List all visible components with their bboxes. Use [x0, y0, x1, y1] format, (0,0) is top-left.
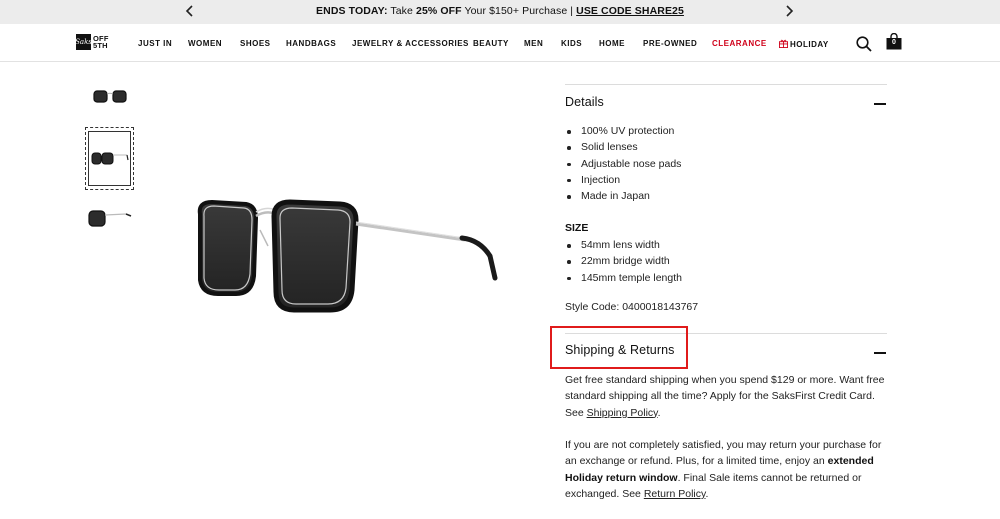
sunglasses-front-thumbnail-image — [93, 90, 127, 103]
logo-text: OFF 5TH — [93, 35, 109, 50]
nav-holiday-label: HOLIDAY — [790, 40, 829, 49]
nav-men[interactable]: MEN — [524, 39, 543, 48]
shipping-text-end: . — [657, 406, 661, 419]
shipping-paragraph: Get free standard shipping when you spen… — [565, 372, 890, 421]
nav-women[interactable]: WOMEN — [188, 39, 222, 48]
search-icon[interactable] — [856, 36, 872, 52]
list-item: Solid lenses — [566, 139, 681, 155]
promo-message: ENDS TODAY: Take 25% OFF Your $150+ Purc… — [0, 5, 1000, 17]
site-header: Saks OFF 5TH JUST IN WOMEN SHOES HANDBAGS… — [0, 24, 1000, 62]
sunglasses-angle-thumbnail-image — [91, 152, 129, 164]
shipping-title-highlight-box — [550, 326, 688, 369]
logo-line-2: 5TH — [93, 41, 108, 50]
nav-holiday[interactable]: HOLIDAY — [779, 39, 829, 49]
promo-text-pre: Take — [387, 5, 416, 17]
nav-kids[interactable]: KIDS — [561, 39, 582, 48]
thumbnail-selected-frame — [88, 131, 131, 186]
nav-jewelry-accessories[interactable]: JEWELRY & ACCESSORIES — [352, 39, 469, 48]
style-code: Style Code: 0400018143767 — [565, 301, 699, 313]
sunglasses-side-thumbnail-image — [88, 210, 132, 227]
list-item: 100% UV protection — [566, 123, 681, 139]
size-list: 54mm lens width 22mm bridge width 145mm … — [566, 237, 682, 286]
nav-shoes[interactable]: SHOES — [240, 39, 271, 48]
returns-paragraph: If you are not completely satisfied, you… — [565, 437, 890, 502]
promo-banner: ENDS TODAY: Take 25% OFF Your $150+ Purc… — [0, 0, 1000, 24]
nav-handbags[interactable]: HANDBAGS — [286, 39, 336, 48]
product-main-image — [197, 199, 498, 313]
details-accordion-title[interactable]: Details — [565, 95, 604, 109]
list-item: 145mm temple length — [566, 270, 682, 286]
list-item: Injection — [566, 172, 681, 188]
details-feature-list: 100% UV protection Solid lenses Adjustab… — [566, 123, 681, 204]
nav-clearance[interactable]: CLEARANCE — [712, 39, 767, 48]
list-item: Adjustable nose pads — [566, 156, 681, 172]
shipping-policy-link[interactable]: Shipping Policy — [587, 407, 658, 419]
list-item: Made in Japan — [566, 188, 681, 204]
shipping-collapse-minus-icon[interactable] — [874, 352, 886, 354]
nav-just-in[interactable]: JUST IN — [138, 39, 172, 48]
nav-home[interactable]: HOME — [599, 39, 625, 48]
list-item: 54mm lens width — [566, 237, 682, 253]
nav-beauty[interactable]: BEAUTY — [473, 39, 509, 48]
logo-mark: Saks — [75, 34, 92, 50]
details-collapse-minus-icon[interactable] — [874, 103, 886, 105]
details-top-divider — [565, 84, 887, 85]
promo-text-post: Your $150+ Purchase | — [461, 5, 577, 17]
promo-lead: ENDS TODAY: — [316, 5, 388, 17]
size-heading: SIZE — [565, 222, 589, 234]
gift-icon — [779, 39, 788, 48]
list-item: 22mm bridge width — [566, 253, 682, 269]
product-thumbnail-side[interactable] — [84, 197, 134, 239]
promo-discount: 25% OFF — [416, 5, 462, 17]
returns-text-end: . — [705, 487, 709, 500]
product-thumbnail-angle-selected[interactable] — [85, 127, 134, 190]
return-policy-link[interactable]: Return Policy — [644, 488, 706, 500]
bag-count: 0 — [892, 39, 896, 46]
nav-pre-owned[interactable]: PRE-OWNED — [643, 39, 697, 48]
saks-off-5th-logo[interactable]: Saks OFF 5TH — [75, 34, 109, 50]
promo-code-link[interactable]: USE CODE SHARE25 — [576, 5, 684, 17]
product-thumbnail-front[interactable] — [88, 80, 132, 114]
promo-next-arrow-icon[interactable] — [781, 3, 797, 19]
